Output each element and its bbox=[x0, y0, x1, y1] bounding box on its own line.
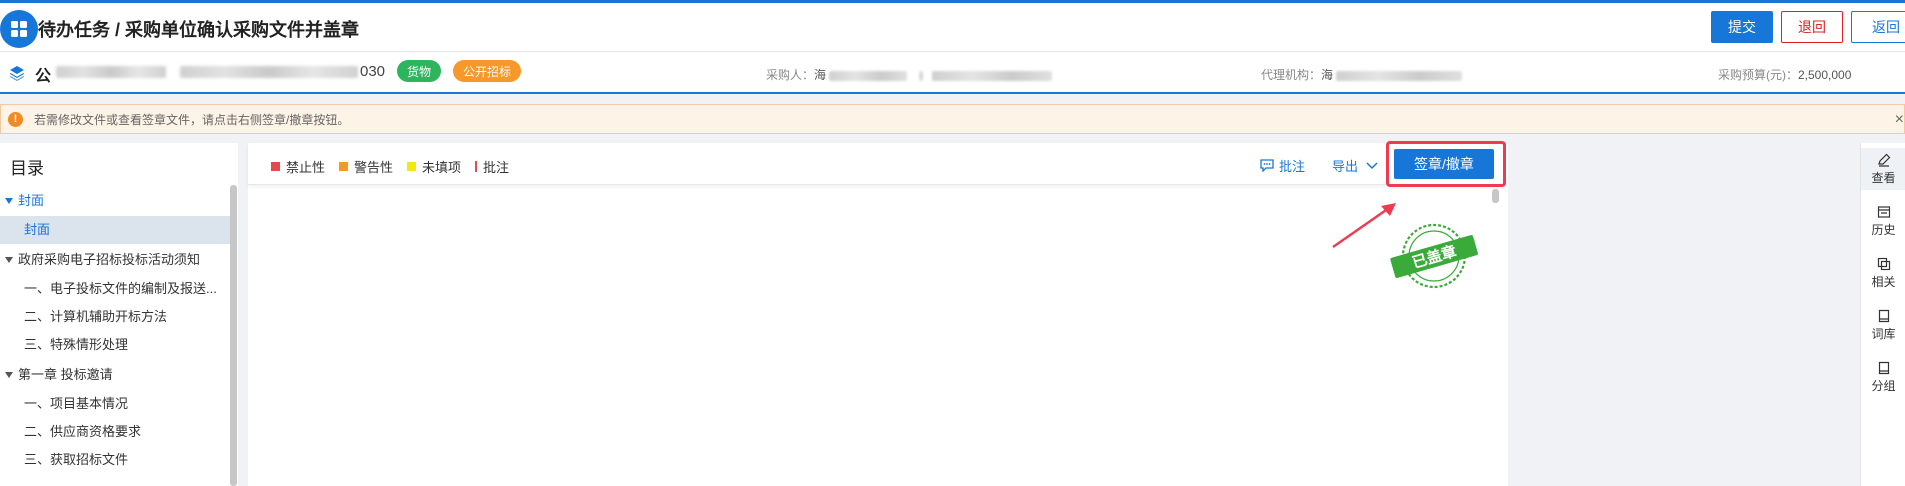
warning-icon: ! bbox=[8, 111, 23, 127]
legend-warning: 警告性 bbox=[339, 157, 393, 176]
redacted-text bbox=[932, 70, 1053, 81]
rightbar-label: 词库 bbox=[1871, 327, 1896, 341]
toc-item[interactable]: 封面 bbox=[0, 216, 230, 244]
export-label: 导出 bbox=[1332, 159, 1359, 174]
legend-label: 警告性 bbox=[354, 160, 394, 175]
rightbar-related[interactable]: 相关 bbox=[1861, 257, 1905, 290]
project-code: 030 bbox=[360, 63, 386, 80]
legend-label: 未填项 bbox=[422, 160, 462, 175]
annotate-label: 批注 bbox=[1279, 159, 1306, 174]
toc-item[interactable]: 二、计算机辅助开标方法 bbox=[0, 303, 230, 331]
toc-item[interactable]: 三、获取招标文件 bbox=[0, 446, 230, 474]
edit-icon bbox=[1877, 153, 1890, 167]
stamped-seal: 已盖章 bbox=[1390, 223, 1478, 289]
export-dropdown[interactable]: 导出 bbox=[1332, 156, 1378, 175]
notice-text: 若需修改文件或查看签章文件，请点击右侧签章/撤章按钮。 bbox=[34, 112, 350, 127]
right-sidebar: 查看 历史 相关 词库 分组 bbox=[1860, 143, 1905, 486]
legend-label: 禁止性 bbox=[286, 160, 326, 175]
purchaser-value: 海 bbox=[814, 68, 827, 82]
toc-label: 封面 bbox=[18, 193, 45, 208]
toc-label: 二、计算机辅助开标方法 bbox=[24, 309, 168, 324]
legend-bar bbox=[475, 161, 477, 172]
layers-icon bbox=[10, 66, 24, 81]
toc-label: 一、项目基本情况 bbox=[24, 396, 129, 411]
budget-value: 2,500,000 bbox=[1798, 68, 1852, 82]
app-menu-button[interactable] bbox=[0, 10, 38, 48]
rightbar-lexicon[interactable]: 词库 bbox=[1861, 309, 1905, 342]
folder-icon bbox=[1878, 361, 1889, 375]
book-icon bbox=[1878, 309, 1889, 323]
document-toolbar: 禁止性 警告性 未填项 批注 批注 导出 签章/撤章 bbox=[248, 141, 1506, 187]
toc-panel: 目录 封面 封面 政府采购电子招标投标活动须知 一、电子投标文件的编制及报送... 二、… bbox=[0, 143, 238, 486]
tag-goods: 货物 bbox=[397, 60, 442, 82]
sign-highlight: 签章/撤章 bbox=[1386, 141, 1506, 187]
reject-button[interactable]: 退回 bbox=[1781, 11, 1843, 43]
toc-section[interactable]: 封面 bbox=[0, 185, 230, 216]
toc-title: 目录 bbox=[10, 159, 44, 178]
agency-value: 海 bbox=[1321, 68, 1334, 82]
legend-prohibitive: 禁止性 bbox=[271, 157, 325, 176]
project-name: 公 bbox=[35, 68, 52, 85]
redacted-text bbox=[180, 66, 358, 78]
rightbar-label: 查看 bbox=[1871, 171, 1896, 185]
toc-item[interactable]: 一、项目基本情况 bbox=[0, 390, 230, 418]
caret-down-icon[interactable] bbox=[5, 371, 13, 378]
notice-banner: ! 若需修改文件或查看签章文件，请点击右侧签章/撤章按钮。 × bbox=[0, 104, 1905, 134]
top-bar: 待办任务 / 采购单位确认采购文件并盖章 提交 退回 返回 bbox=[0, 0, 1905, 52]
toc-item[interactable]: 三、特殊情形处理 bbox=[0, 331, 230, 359]
legend-unfilled: 未填项 bbox=[407, 157, 461, 176]
redacted-text bbox=[1336, 70, 1463, 81]
toc-section[interactable]: 第一章 投标邀请 bbox=[0, 359, 230, 390]
toc-list: 封面 封面 政府采购电子招标投标活动须知 一、电子投标文件的编制及报送... 二、计算机… bbox=[0, 185, 230, 474]
toc-label: 封面 bbox=[24, 222, 51, 237]
page-title: 待办任务 / 采购单位确认采购文件并盖章 bbox=[38, 20, 360, 40]
project-info-bar: 公 030 货物 公开招标 采购人：海 代理机构：海 采购预算(元)：2,500… bbox=[0, 52, 1905, 94]
annotate-button[interactable]: 批注 bbox=[1260, 156, 1305, 175]
redacted-text bbox=[918, 70, 923, 81]
toc-label: 二、供应商资格要求 bbox=[24, 424, 142, 439]
agency-info: 代理机构：海 bbox=[1261, 66, 1463, 83]
toc-item[interactable]: 二、供应商资格要求 bbox=[0, 418, 230, 446]
comment-icon bbox=[1260, 159, 1274, 172]
toc-label: 一、电子投标文件的编制及报送... bbox=[24, 281, 217, 296]
tag-public-tender: 公开招标 bbox=[453, 60, 522, 82]
grid-icon bbox=[11, 21, 27, 37]
toc-label: 第一章 投标邀请 bbox=[18, 367, 113, 382]
history-icon bbox=[1877, 206, 1890, 218]
chevron-down-icon bbox=[1366, 161, 1378, 169]
toc-label: 三、特殊情形处理 bbox=[24, 337, 129, 352]
toc-label: 政府采购电子招标投标活动须知 bbox=[18, 252, 201, 267]
legend-swatch bbox=[339, 162, 348, 171]
rightbar-label: 分组 bbox=[1871, 379, 1896, 393]
rightbar-view[interactable]: 查看 bbox=[1861, 148, 1905, 190]
caret-down-icon[interactable] bbox=[5, 197, 13, 204]
toc-section[interactable]: 政府采购电子招标投标活动须知 bbox=[0, 244, 230, 275]
toc-scrollbar[interactable] bbox=[230, 185, 237, 486]
submit-button[interactable]: 提交 bbox=[1711, 11, 1773, 43]
legend-annotation: 批注 bbox=[475, 157, 509, 176]
purchaser-label: 采购人： bbox=[766, 68, 815, 82]
legend-label: 批注 bbox=[483, 160, 510, 175]
budget-info: 采购预算(元)：2,500,000 bbox=[1718, 66, 1851, 83]
close-icon[interactable]: × bbox=[1895, 111, 1904, 129]
sign-revoke-button[interactable]: 签章/撤章 bbox=[1394, 149, 1494, 179]
legend-swatch bbox=[271, 162, 280, 171]
caret-down-icon[interactable] bbox=[5, 256, 13, 263]
legend-swatch bbox=[407, 162, 416, 171]
toc-item[interactable]: 一、电子投标文件的编制及报送... bbox=[0, 275, 230, 303]
copy-icon bbox=[1877, 257, 1890, 271]
budget-label: 采购预算(元)： bbox=[1718, 68, 1798, 82]
rightbar-label: 历史 bbox=[1871, 223, 1896, 237]
purchaser-info: 采购人：海 bbox=[766, 66, 1053, 83]
redacted-text bbox=[829, 70, 908, 81]
rightbar-label: 相关 bbox=[1871, 275, 1896, 289]
rightbar-group[interactable]: 分组 bbox=[1861, 361, 1905, 394]
document-scrollbar[interactable] bbox=[1492, 189, 1499, 203]
rightbar-history[interactable]: 历史 bbox=[1861, 205, 1905, 238]
toc-label: 三、获取招标文件 bbox=[24, 452, 129, 467]
document-viewer: 禁止性 警告性 未填项 批注 批注 导出 签章/撤章 bbox=[248, 141, 1508, 486]
agency-label: 代理机构： bbox=[1261, 68, 1322, 82]
redacted-text bbox=[56, 66, 166, 78]
back-button[interactable]: 返回 bbox=[1851, 11, 1905, 43]
